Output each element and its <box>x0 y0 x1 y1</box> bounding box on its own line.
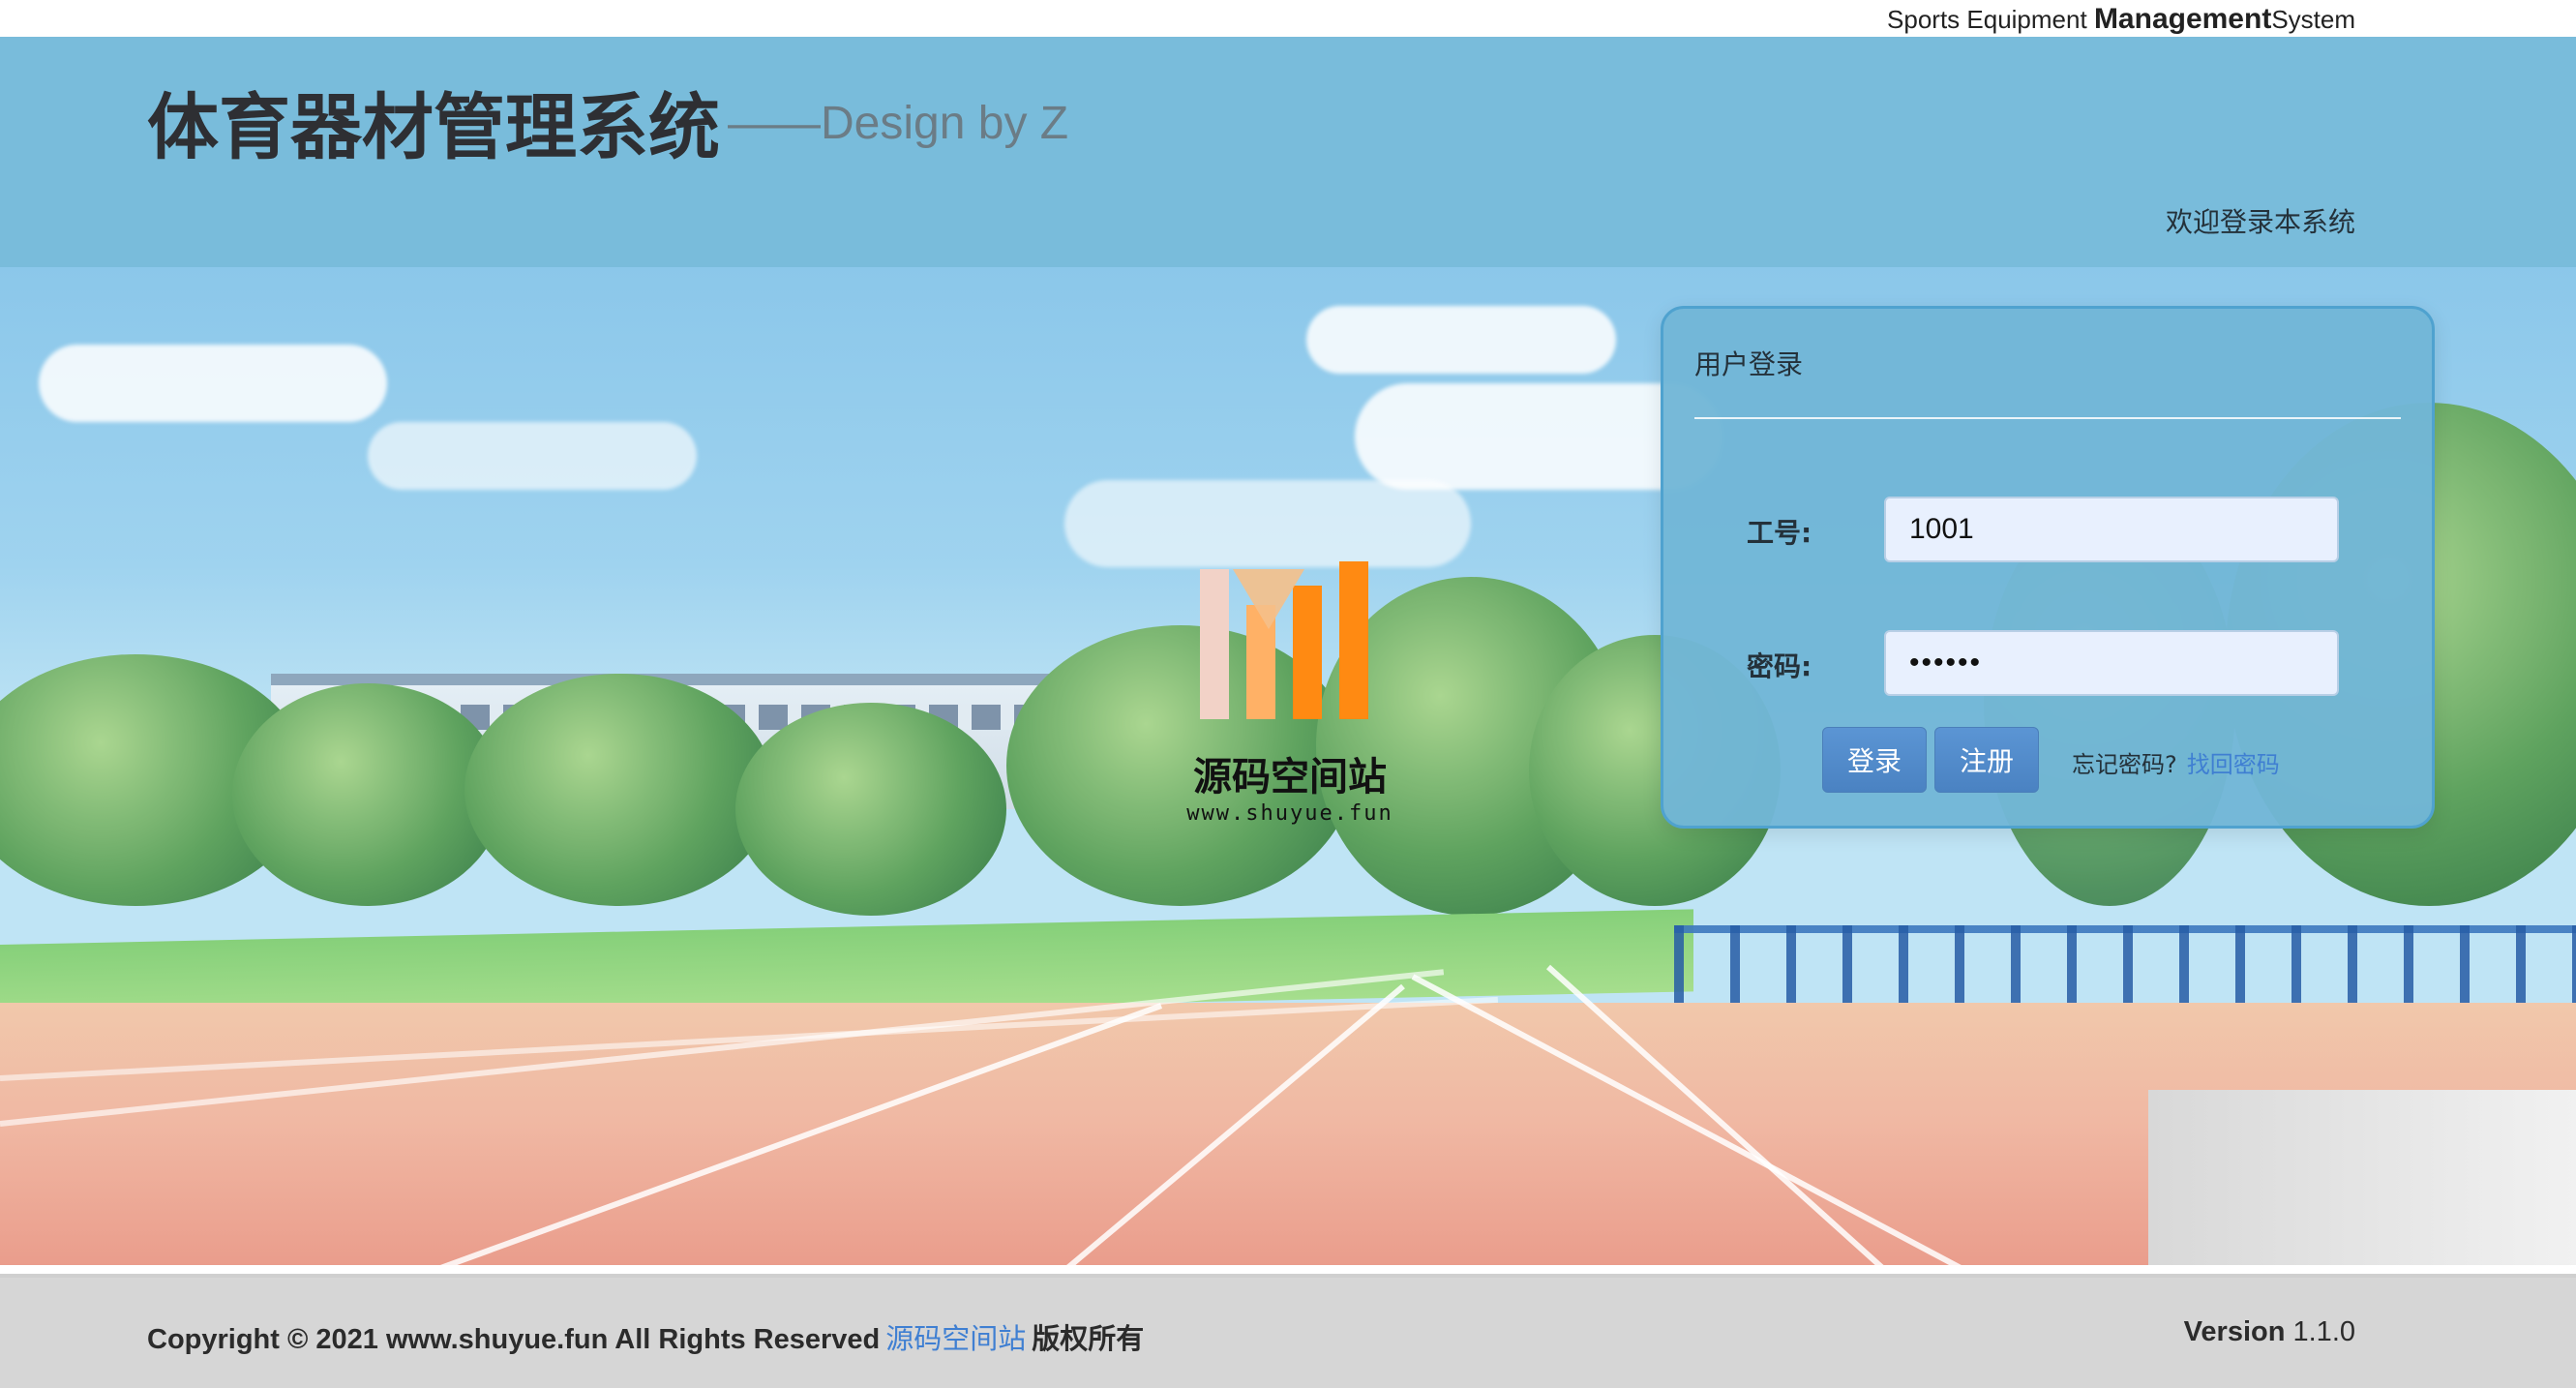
watermark-logo: 源码空间站 www.shuyue.fun <box>1179 552 1401 842</box>
cloud <box>39 345 387 422</box>
forgot-password: 忘记密码? 找回密码 <box>2072 745 2280 779</box>
page-title: 体育器材管理系统 <box>147 86 720 169</box>
brand-prefix: Sports Equipment <box>1887 5 2087 34</box>
employee-id-label: 工号: <box>1747 517 1812 549</box>
system-brand: Sports Equipment ManagementSystem <box>1887 3 2355 36</box>
footer: Copyright © 2021 www.shuyue.fun All Righ… <box>0 1274 2576 1388</box>
brand-strong: Management <box>2093 3 2272 35</box>
watermark-name: 源码空间站 <box>1193 755 1387 800</box>
register-button[interactable]: 注册 <box>1934 727 2039 793</box>
cloud <box>368 422 697 490</box>
brand-suffix: System <box>2271 5 2355 34</box>
tree <box>464 674 774 906</box>
rights-text: 版权所有 <box>1032 1322 1145 1355</box>
password-input[interactable] <box>1884 630 2339 696</box>
login-panel-title: 用户登录 <box>1694 348 1804 380</box>
header-banner: 体育器材管理系统 ——Design by Z 欢迎登录本系统 <box>0 37 2576 267</box>
version-label: Version <box>2183 1316 2286 1347</box>
copyright-link[interactable]: 源码空间站 <box>885 1324 1026 1355</box>
employee-id-input[interactable] <box>1884 497 2339 562</box>
tree <box>232 683 503 906</box>
password-label: 密码: <box>1747 650 1812 682</box>
welcome-text: 欢迎登录本系统 <box>2165 206 2355 238</box>
watermark-url: www.shuyue.fun <box>1186 801 1393 826</box>
version-info: Version 1.1.0 <box>2184 1316 2355 1348</box>
design-credit: ——Design by Z <box>728 98 1069 149</box>
login-button[interactable]: 登录 <box>1822 727 1927 793</box>
logo-bar <box>1200 569 1229 719</box>
copyright: Copyright © 2021 www.shuyue.fun All Righ… <box>147 1316 1144 1357</box>
concrete-slab <box>2148 1090 2576 1265</box>
logo-mark-icon <box>1200 561 1368 719</box>
logo-bar <box>1293 586 1322 719</box>
copyright-text: Copyright © 2021 www.shuyue.fun All Righ… <box>147 1324 881 1355</box>
recover-password-link[interactable]: 找回密码 <box>2187 751 2280 778</box>
forgot-text: 忘记密码? <box>2072 751 2177 778</box>
fence <box>1674 925 2576 1014</box>
tree <box>735 703 1006 916</box>
top-strip: Sports Equipment ManagementSystem <box>0 0 2576 37</box>
cloud <box>1306 306 1616 374</box>
version-value: 1.1.0 <box>2292 1316 2356 1347</box>
logo-bar <box>1339 561 1368 719</box>
panel-divider <box>1694 417 2401 419</box>
login-panel: 用户登录 工号: 密码: 登录 注册 忘记密码? 找回密码 <box>1661 306 2435 829</box>
